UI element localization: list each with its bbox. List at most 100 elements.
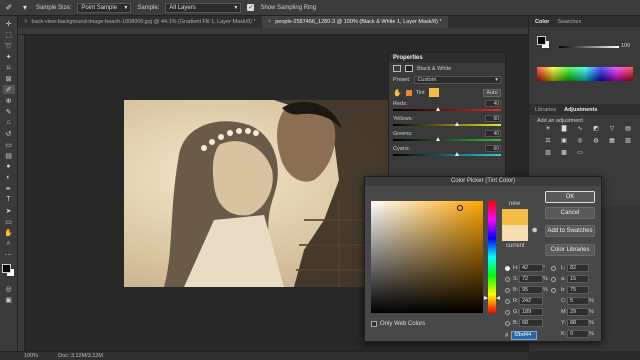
k-input[interactable]: 0 — [567, 330, 589, 338]
g-input[interactable]: 189 — [519, 308, 543, 316]
brightness-slider[interactable] — [559, 46, 619, 48]
more-tools-icon[interactable]: ⋯ — [3, 250, 15, 259]
healing-brush-tool-icon[interactable]: ⊕ — [3, 96, 15, 105]
curves-icon[interactable]: ∿ — [575, 124, 585, 133]
gradient-map-icon[interactable]: ▭ — [575, 148, 585, 157]
slider-thumb[interactable] — [455, 152, 460, 156]
slider-value-input[interactable]: 60 — [485, 115, 501, 122]
panel-color-swatches[interactable] — [537, 36, 551, 50]
exposure-icon[interactable]: ◩ — [591, 124, 601, 133]
color-selector-ring[interactable] — [457, 205, 463, 211]
invert-icon[interactable]: ▨ — [623, 136, 633, 145]
posterize-icon[interactable]: ▧ — [543, 148, 553, 157]
tab-adjustments[interactable]: Adjustments — [564, 107, 597, 113]
add-to-swatches-button[interactable]: Add to Swatches — [545, 225, 595, 237]
pen-tool-icon[interactable]: ✒ — [3, 184, 15, 193]
lasso-tool-icon[interactable]: ➰ — [3, 41, 15, 50]
current-color-preview[interactable] — [502, 225, 528, 241]
hand-icon[interactable]: ✋ — [393, 89, 402, 97]
cube-warning-icon[interactable]: ⬢ — [532, 227, 537, 234]
close-icon[interactable]: × — [268, 19, 272, 25]
foreground-color-swatch[interactable] — [537, 36, 546, 45]
brush-tool-icon[interactable]: ✎ — [3, 107, 15, 116]
color-lookup-icon[interactable]: ▦ — [607, 136, 617, 145]
hue-slider[interactable] — [488, 201, 496, 313]
stamp-tool-icon[interactable]: ⌂ — [3, 118, 15, 127]
radio-b[interactable] — [505, 287, 510, 293]
tab-swatches[interactable]: Swatches — [557, 19, 581, 25]
color-libraries-button[interactable]: Color Libraries — [545, 244, 595, 256]
auto-button[interactable]: Auto — [483, 88, 501, 97]
a-input[interactable]: 15 — [567, 275, 589, 283]
blue-input[interactable]: 68 — [519, 319, 543, 327]
r-input[interactable]: 242 — [519, 297, 543, 305]
slider-track[interactable] — [393, 107, 501, 111]
radio-a[interactable] — [551, 276, 556, 282]
slider-track[interactable] — [393, 152, 501, 156]
marquee-tool-icon[interactable]: ⬚ — [3, 30, 15, 39]
color-balance-icon[interactable]: ⚖ — [543, 136, 553, 145]
slider-value-input[interactable]: 40 — [485, 130, 501, 137]
zoom-level[interactable]: 100% — [24, 353, 38, 359]
eraser-tool-icon[interactable]: ▭ — [3, 140, 15, 149]
tint-checkbox[interactable] — [405, 89, 412, 96]
l-input[interactable]: 82 — [567, 264, 589, 272]
slider-thumb[interactable] — [455, 122, 460, 126]
gradient-tool-icon[interactable]: ▤ — [3, 151, 15, 160]
tab-libraries[interactable]: Libraries — [535, 107, 556, 113]
photo-filter-icon[interactable]: ◎ — [575, 136, 585, 145]
mask-icon[interactable] — [405, 65, 413, 72]
quick-select-tool-icon[interactable]: ✦ — [3, 52, 15, 61]
color-spectrum[interactable] — [537, 67, 633, 81]
document-tab-people[interactable]: × people-2587456_1280-3 @ 100% (Black & … — [261, 16, 448, 28]
slider-track[interactable] — [393, 122, 501, 126]
radio-r[interactable] — [505, 298, 510, 304]
document-tab-beach[interactable]: × back-view-background-image-beach-10080… — [18, 16, 262, 28]
hue-saturation-icon[interactable]: ▤ — [623, 124, 633, 133]
type-tool-icon[interactable]: T — [3, 195, 15, 204]
threshold-icon[interactable]: ▩ — [559, 148, 569, 157]
brightness-icon[interactable]: ☀ — [543, 124, 553, 133]
vibrance-icon[interactable]: ▽ — [607, 124, 617, 133]
radio-lab-b[interactable] — [551, 287, 556, 293]
close-icon[interactable]: × — [24, 19, 28, 25]
radio-l[interactable] — [551, 265, 556, 271]
cancel-button[interactable]: Cancel — [545, 207, 595, 219]
sample-size-select[interactable]: Point Sample ▾ — [77, 2, 132, 13]
zoom-tool-icon[interactable]: ⌕ — [3, 239, 15, 248]
path-select-tool-icon[interactable]: ➤ — [3, 206, 15, 215]
y-input[interactable]: 88 — [567, 319, 589, 327]
screen-mode-icon[interactable]: ▣ — [3, 295, 15, 304]
crop-tool-icon[interactable]: ⌑ — [3, 63, 15, 72]
h-input[interactable]: 42 — [519, 264, 543, 272]
slider-value-input[interactable]: 40 — [485, 100, 501, 107]
c-input[interactable]: 5 — [567, 297, 589, 305]
rectangle-tool-icon[interactable]: ▭ — [3, 217, 15, 226]
show-sampling-ring-checkbox[interactable]: ✓ — [247, 4, 255, 11]
radio-s[interactable] — [505, 276, 510, 282]
ok-button[interactable]: OK — [545, 191, 595, 203]
frame-tool-icon[interactable]: ⊠ — [3, 74, 15, 83]
hex-input[interactable]: f2bd44 — [511, 331, 538, 340]
channel-mixer-icon[interactable]: ◍ — [591, 136, 601, 145]
history-brush-tool-icon[interactable]: ↺ — [3, 129, 15, 138]
foreground-color-swatch[interactable] — [1, 264, 11, 273]
quick-mask-icon[interactable]: ◎ — [3, 284, 15, 293]
slider-thumb[interactable] — [435, 107, 440, 111]
b-input[interactable]: 95 — [519, 286, 543, 294]
radio-g[interactable] — [505, 309, 510, 315]
eyedropper-tool-icon[interactable]: ✐ — [2, 85, 15, 94]
hue-slider-handle-right[interactable] — [496, 296, 500, 300]
sample-select[interactable]: All Layers ▾ — [165, 2, 242, 13]
hue-slider-handle-left[interactable] — [484, 296, 488, 300]
radio-blue[interactable] — [505, 320, 510, 326]
radio-h[interactable] — [505, 265, 510, 271]
levels-icon[interactable]: ▇ — [559, 124, 569, 133]
only-web-colors-checkbox[interactable] — [371, 321, 377, 327]
tint-color-swatch[interactable] — [428, 88, 439, 97]
move-tool-icon[interactable]: ✛ — [3, 19, 15, 28]
preset-select[interactable]: Custom ▾ — [414, 76, 501, 84]
m-input[interactable]: 29 — [567, 308, 589, 316]
saturation-brightness-field[interactable] — [371, 201, 483, 313]
hand-tool-icon[interactable]: ✋ — [3, 228, 15, 237]
